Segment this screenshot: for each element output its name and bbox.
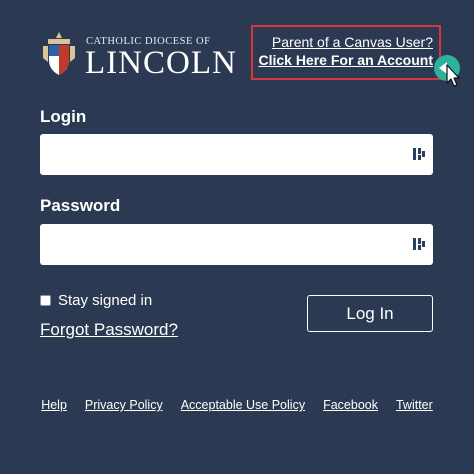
diocese-logo: CATHOLIC DIOCESE OF LINCOLN — [40, 30, 236, 81]
stay-signed-in-label: Stay signed in — [58, 292, 153, 309]
parent-account-link[interactable]: Click Here For an Account — [258, 52, 433, 68]
login-button[interactable]: Log In — [307, 295, 433, 332]
stay-signed-in[interactable]: Stay signed in — [40, 292, 152, 309]
cursor-pointer-icon — [434, 55, 460, 87]
login-label: Login — [40, 107, 87, 126]
logo-line2: LINCOLN — [85, 45, 237, 81]
footer-link-facebook[interactable]: Facebook — [323, 398, 378, 412]
footer-link-help[interactable]: Help — [41, 398, 67, 412]
login-input[interactable] — [40, 134, 433, 175]
footer-link-acceptable-use-policy[interactable]: Acceptable Use Policy — [181, 398, 305, 412]
parent-of-canvas-user-link[interactable]: Parent of a Canvas User? — [272, 34, 433, 50]
stay-signed-in-checkbox[interactable] — [40, 295, 51, 306]
password-label: Password — [40, 196, 121, 215]
diocese-crest-icon — [43, 32, 75, 75]
forgot-password-link[interactable]: Forgot Password? — [40, 320, 178, 340]
password-input[interactable] — [40, 224, 433, 265]
password-manager-icon[interactable] — [413, 146, 425, 162]
footer-link-twitter[interactable]: Twitter — [396, 398, 433, 412]
password-manager-icon[interactable] — [413, 236, 425, 252]
footer-link-privacy-policy[interactable]: Privacy Policy — [85, 398, 163, 412]
footer-links: Help Privacy Policy Acceptable Use Polic… — [0, 398, 474, 412]
